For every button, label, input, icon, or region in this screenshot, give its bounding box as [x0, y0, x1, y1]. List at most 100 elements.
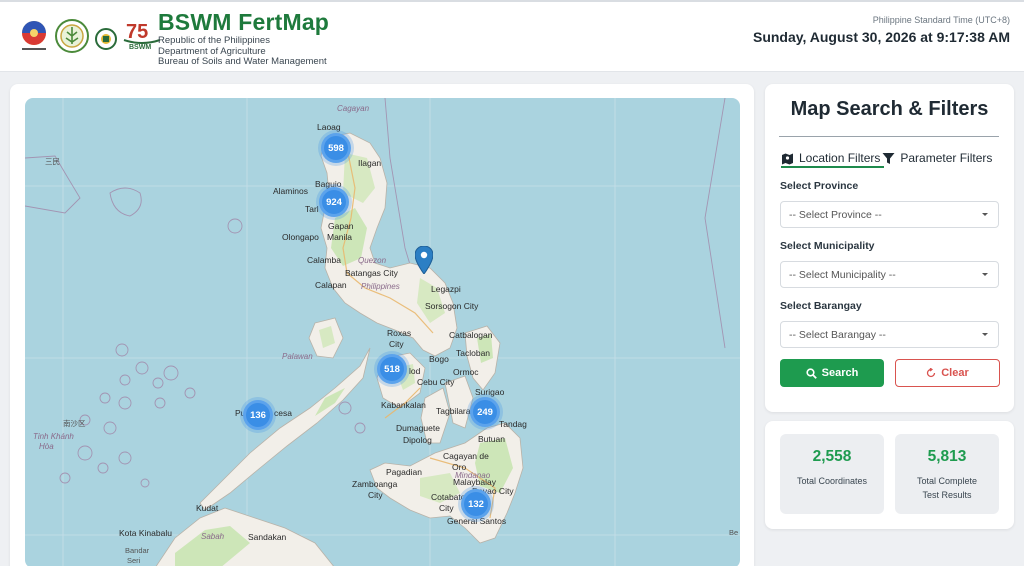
map-label-be: Be	[729, 528, 739, 537]
map-pin-icon[interactable]	[415, 246, 433, 274]
map-label-laoag: Laoag	[317, 122, 341, 132]
map-label-catbalogan: Catbalogan	[449, 330, 493, 340]
cluster-marker-mindanao-south[interactable]: 132	[461, 489, 491, 519]
map-label-roxas-city: City	[389, 339, 404, 349]
province-select-value: -- Select Province --	[789, 208, 882, 221]
barangay-label: Select Barangay	[780, 300, 862, 312]
total-coordinates-label: Total Coordinates	[796, 476, 868, 486]
total-coordinates-value: 2,558	[812, 448, 852, 465]
map-label-cagayan-top: Cagayan	[337, 104, 370, 113]
map-label-roxas: Roxas	[387, 328, 412, 338]
total-complete-label: Total Complete Test Results	[895, 474, 999, 502]
clear-button-label: Clear	[941, 367, 969, 379]
map-label-bandar: Bandar	[125, 546, 150, 555]
map-label-dumaguete: Dumaguete	[396, 423, 440, 433]
timezone-label: Philippine Standard Time (UTC+8)	[872, 15, 1010, 25]
search-icon	[806, 367, 817, 379]
map-label-legazpi: Legazpi	[431, 284, 461, 294]
map-label-olongapo: Olongapo	[282, 232, 319, 242]
map-label-zamboanga-city: City	[368, 490, 383, 500]
map-label-calamba: Calamba	[307, 255, 342, 265]
barangay-select[interactable]: -- Select Barangay --	[780, 321, 999, 348]
cluster-marker-mindanao-northeast[interactable]: 249	[470, 397, 500, 427]
clock-block: Philippine Standard Time (UTC+8) Sunday,…	[753, 14, 1010, 48]
map-label-bandar-seri: Seri	[127, 556, 141, 565]
map-label-tandag: Tandag	[499, 419, 527, 429]
map-label-iloilo: lod	[409, 366, 421, 376]
map-label-cagayan-de-oro: Cagayan de	[443, 451, 489, 461]
map-label-cebu: Cebu City	[417, 377, 455, 387]
app-title: BSWM FertMap	[158, 9, 330, 35]
map-label-sandakan: Sandakan	[248, 532, 287, 542]
map-label-ormoc: Ormoc	[453, 367, 479, 377]
map-label-kudat: Kudat	[196, 503, 219, 513]
bagong-pilipinas-logo	[22, 21, 46, 50]
reset-icon	[927, 368, 936, 378]
map-label-tacloban: Tacloban	[456, 348, 491, 358]
tab-location-filters[interactable]: Location Filters	[781, 151, 880, 165]
bswm-seal-logo	[95, 28, 117, 50]
map-label-kabankalan: Kabankalan	[381, 400, 426, 410]
total-complete-label-line-2: Test Results	[922, 490, 972, 500]
map-label-kota-kinabalu: Kota Kinabalu	[119, 528, 172, 538]
map-label-palawan: Palawan	[282, 352, 313, 361]
stat-total-coordinates: 2,558 Total Coordinates	[780, 434, 884, 514]
municipality-select[interactable]: -- Select Municipality --	[780, 261, 999, 288]
map-label-alaminos: Alaminos	[273, 186, 308, 196]
map-label-zamboanga: Zamboanga	[352, 479, 398, 489]
map-label-ilagan: Ilagan	[358, 158, 382, 168]
brand-block: BSWM FertMap Republic of the Philippines…	[158, 8, 329, 68]
svg-text:BSWM: BSWM	[129, 44, 151, 51]
map-label-tinh-khanh: Tinh Khánh	[33, 432, 74, 441]
map-label-manila: Manila	[327, 232, 353, 242]
search-button[interactable]: Search	[780, 359, 884, 387]
map-label-bogo: Bogo	[429, 354, 449, 364]
municipality-select-value: -- Select Municipality --	[789, 268, 896, 281]
cluster-marker-luzon-north[interactable]: 598	[321, 133, 351, 163]
panel-title: Map Search & Filters	[790, 98, 989, 120]
cluster-marker-visayas[interactable]: 518	[377, 354, 407, 384]
agency-line-1: Republic of the Philippines	[158, 35, 270, 46]
cluster-marker-central-luzon[interactable]: 924	[319, 187, 349, 217]
filter-panel: Map Search & Filters Location Filters Pa…	[765, 84, 1014, 412]
map-label-surigao: Surigao	[475, 387, 505, 397]
chevron-down-icon	[982, 213, 988, 216]
app-header: 75 BSWM BSWM FertMap Republic of the Phi…	[0, 0, 1024, 72]
stats-card: 2,558 Total Coordinates 5,813 Total Comp…	[765, 421, 1014, 529]
map-label-gapan: Gapan	[328, 221, 354, 231]
map-label-calapan: Calapan	[315, 280, 347, 290]
map-label-quezon: Quezon	[358, 256, 387, 265]
municipality-label: Select Municipality	[780, 240, 875, 252]
province-select[interactable]: -- Select Province --	[780, 201, 999, 228]
map-label-dipolog: Dipolog	[403, 435, 432, 445]
province-label: Select Province	[780, 180, 859, 192]
philippines-map[interactable]: Laoag Cagayan Ilagan Baguio Alaminos Tar…	[25, 98, 740, 566]
department-of-agriculture-logo	[55, 19, 89, 53]
tab-parameter-filters[interactable]: Parameter Filters	[882, 151, 992, 165]
svg-text:75: 75	[126, 21, 148, 43]
bswm-75-anniversary-logo: 75 BSWM	[123, 21, 161, 51]
total-complete-value: 5,813	[927, 448, 967, 465]
cluster-marker-palawan[interactable]: 136	[243, 400, 273, 430]
barangay-select-value: -- Select Barangay --	[789, 328, 886, 341]
map-label-sabah: Sabah	[201, 532, 225, 541]
search-button-label: Search	[821, 367, 859, 379]
current-datetime: Sunday, August 30, 2026 at 9:17:38 AM	[752, 29, 1010, 45]
map-location-icon	[781, 152, 794, 165]
chevron-down-icon	[982, 273, 988, 276]
logo-group: 75 BSWM	[18, 16, 162, 56]
map-label-hoa: Hòa	[39, 442, 54, 451]
map-label-philippines: Philippines	[361, 282, 400, 291]
map-card: Laoag Cagayan Ilagan Baguio Alaminos Tar…	[10, 84, 754, 566]
map-label-sorsogon: Sorsogon City	[425, 301, 479, 311]
map-label-princesa: cesa	[274, 408, 292, 418]
clear-button[interactable]: Clear	[895, 359, 1000, 387]
agency-line-3: Bureau of Soils and Water Management	[158, 56, 327, 67]
filter-funnel-icon	[882, 152, 895, 165]
map-label-tarlac: Tarl	[305, 204, 319, 214]
tab-location-filters-label: Location Filters	[799, 151, 881, 165]
stat-total-complete-test-results: 5,813 Total Complete Test Results	[895, 434, 999, 514]
panel-divider	[779, 136, 999, 137]
map-label-batangas: Batangas City	[345, 268, 398, 278]
map-label-nansha: 南沙区	[63, 419, 86, 428]
